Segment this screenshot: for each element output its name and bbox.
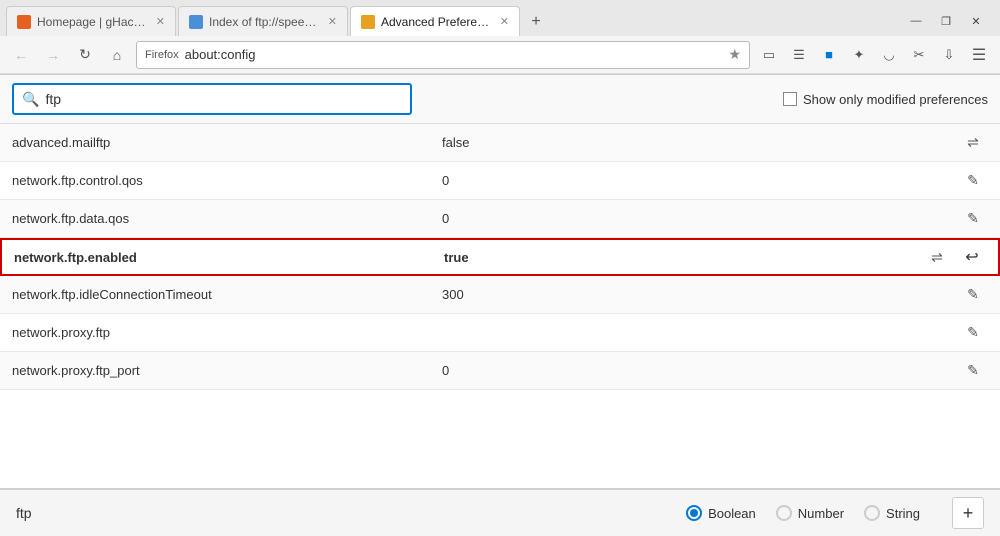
pref-name: network.proxy.ftp_port xyxy=(12,363,442,378)
address-input[interactable] xyxy=(185,47,723,62)
reload-button[interactable]: ↻ xyxy=(72,42,98,68)
window-controls: — ❐ ✕ xyxy=(902,10,994,36)
tab-bar: Homepage | gHacks Technolog... ✕ Index o… xyxy=(0,0,1000,36)
pref-value: 0 xyxy=(442,211,958,226)
pref-name: network.ftp.enabled xyxy=(14,250,444,265)
reader-view-icon[interactable]: ☰ xyxy=(786,42,812,68)
forward-button[interactable]: → xyxy=(40,42,66,68)
show-modified-label: Show only modified preferences xyxy=(803,92,988,107)
pref-actions: ✎ xyxy=(958,320,988,346)
pref-name: network.ftp.control.qos xyxy=(12,173,442,188)
radio-circle-boolean xyxy=(686,505,702,521)
search-wrapper: 🔍 xyxy=(12,83,412,115)
edit-button[interactable]: ✎ xyxy=(958,320,988,346)
show-modified-row: Show only modified preferences xyxy=(783,92,988,107)
screenshots-icon[interactable]: ✂ xyxy=(906,42,932,68)
pref-actions: ✎ xyxy=(958,282,988,308)
tab-ghacks[interactable]: Homepage | gHacks Technolog... ✕ xyxy=(6,6,176,36)
table-row: network.ftp.idleConnectionTimeout300✎ xyxy=(0,276,1000,314)
tab-close-ftp[interactable]: ✕ xyxy=(328,15,337,28)
library-icon[interactable]: ▭ xyxy=(756,42,782,68)
tab-favicon-ftp xyxy=(189,15,203,29)
pref-value: 0 xyxy=(442,173,958,188)
edit-button[interactable]: ✎ xyxy=(958,282,988,308)
radio-option-boolean[interactable]: Boolean xyxy=(686,505,756,521)
synced-tabs-icon[interactable]: ■ xyxy=(816,42,842,68)
toggle-button[interactable]: ⇌ xyxy=(922,244,952,270)
minimize-button[interactable]: — xyxy=(902,10,930,32)
edit-button[interactable]: ✎ xyxy=(958,206,988,232)
nav-bar: ← → ↻ ⌂ Firefox ★ ▭ ☰ ■ ✦ ◡ ✂ ⇩ ☰ xyxy=(0,36,1000,74)
tab-favicon-prefs xyxy=(361,15,375,29)
tab-close-ghacks[interactable]: ✕ xyxy=(156,15,165,28)
table-row: network.ftp.data.qos0✎ xyxy=(0,200,1000,238)
bottom-bar: ftp Boolean Number String + xyxy=(0,488,1000,536)
table-row: advanced.mailftpfalse⇌ xyxy=(0,124,1000,162)
table-row: network.ftp.enabledtrue⇌↩ xyxy=(0,238,1000,276)
pref-actions: ⇌↩ xyxy=(922,244,986,270)
reset-button[interactable]: ↩ xyxy=(958,244,986,270)
bookmark-star[interactable]: ★ xyxy=(728,46,741,63)
pref-actions: ✎ xyxy=(958,168,988,194)
pref-value: 300 xyxy=(442,287,958,302)
browser-chrome: Homepage | gHacks Technolog... ✕ Index o… xyxy=(0,0,1000,75)
pref-value: false xyxy=(442,135,958,150)
type-radio-group: Boolean Number String xyxy=(686,505,920,521)
table-row: network.proxy.ftp ✎ xyxy=(0,314,1000,352)
tab-label-prefs: Advanced Preferences xyxy=(381,15,494,29)
pref-table: advanced.mailftpfalse⇌network.ftp.contro… xyxy=(0,124,1000,488)
toggle-button[interactable]: ⇌ xyxy=(958,130,988,156)
table-row: network.proxy.ftp_port0✎ xyxy=(0,352,1000,390)
downloads-icon[interactable]: ⇩ xyxy=(936,42,962,68)
address-bar: Firefox ★ xyxy=(136,41,750,69)
tab-advanced-prefs[interactable]: Advanced Preferences ✕ xyxy=(350,6,520,36)
pref-value: 0 xyxy=(442,363,958,378)
radio-circle-number xyxy=(776,505,792,521)
tab-ftp[interactable]: Index of ftp://speedtest.tele2.n... ✕ xyxy=(178,6,348,36)
radio-label-boolean: Boolean xyxy=(708,506,756,521)
radio-label-number: Number xyxy=(798,506,844,521)
close-button[interactable]: ✕ xyxy=(962,10,990,32)
show-modified-checkbox[interactable] xyxy=(783,92,797,106)
content-area: 🔍 Show only modified preferences advance… xyxy=(0,75,1000,536)
maximize-button[interactable]: ❐ xyxy=(932,10,960,32)
tab-close-prefs[interactable]: ✕ xyxy=(500,15,509,28)
radio-option-number[interactable]: Number xyxy=(776,505,844,521)
tab-label-ftp: Index of ftp://speedtest.tele2.n... xyxy=(209,15,322,29)
search-bar-row: 🔍 Show only modified preferences xyxy=(0,75,1000,124)
menu-button[interactable]: ☰ xyxy=(966,42,992,68)
edit-button[interactable]: ✎ xyxy=(958,358,988,384)
pref-name: network.ftp.data.qos xyxy=(12,211,442,226)
search-input[interactable] xyxy=(45,91,402,107)
back-button[interactable]: ← xyxy=(8,42,34,68)
open-links-icon[interactable]: ◡ xyxy=(876,42,902,68)
tab-favicon-ghacks xyxy=(17,15,31,29)
search-icon: 🔍 xyxy=(22,91,39,108)
tab-label-ghacks: Homepage | gHacks Technolog... xyxy=(37,15,150,29)
pref-name: advanced.mailftp xyxy=(12,135,442,150)
radio-label-string: String xyxy=(886,506,920,521)
firefox-label: Firefox xyxy=(145,49,179,61)
home-button[interactable]: ⌂ xyxy=(104,42,130,68)
pref-name: network.proxy.ftp xyxy=(12,325,442,340)
add-pref-button[interactable]: + xyxy=(952,497,984,529)
pref-name: network.ftp.idleConnectionTimeout xyxy=(12,287,442,302)
pref-actions: ✎ xyxy=(958,206,988,232)
radio-option-string[interactable]: String xyxy=(864,505,920,521)
edit-button[interactable]: ✎ xyxy=(958,168,988,194)
new-pref-name: ftp xyxy=(16,505,76,521)
pref-actions: ✎ xyxy=(958,358,988,384)
pocket-icon[interactable]: ✦ xyxy=(846,42,872,68)
radio-circle-string xyxy=(864,505,880,521)
toolbar-icons: ▭ ☰ ■ ✦ ◡ ✂ ⇩ ☰ xyxy=(756,42,992,68)
table-row: network.ftp.control.qos0✎ xyxy=(0,162,1000,200)
pref-actions: ⇌ xyxy=(958,130,988,156)
new-tab-button[interactable]: + xyxy=(522,8,550,36)
pref-value: true xyxy=(444,250,922,265)
